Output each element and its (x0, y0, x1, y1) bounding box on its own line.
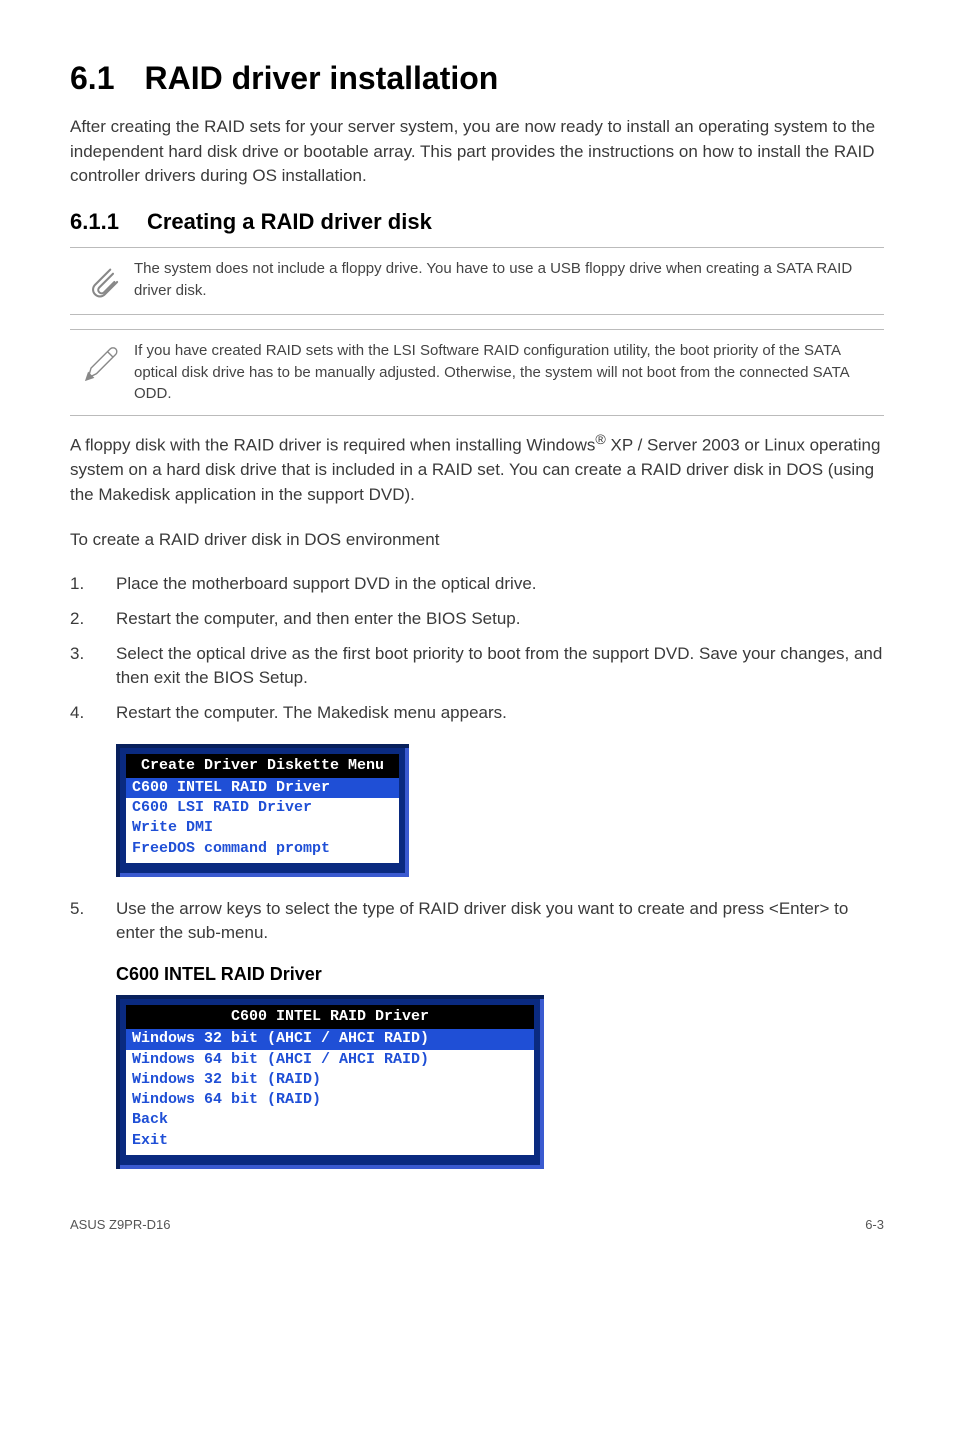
dos-paragraph: To create a RAID driver disk in DOS envi… (70, 528, 884, 553)
list-item: 1.Place the motherboard support DVD in t… (70, 572, 884, 597)
section-number: 6.1 (70, 60, 114, 97)
c600-intel-heading: C600 INTEL RAID Driver (116, 964, 884, 985)
menu-title-bar: C600 INTEL RAID Driver (126, 1005, 534, 1029)
menu-body: C600 LSI RAID Driver Write DMI FreeDOS c… (126, 798, 399, 863)
subsection-title-text: Creating a RAID driver disk (147, 209, 432, 234)
makedisk-menu: Create Driver Diskette Menu C600 INTEL R… (116, 744, 884, 877)
menu-inner: C600 INTEL RAID Driver Windows 32 bit (A… (126, 1005, 534, 1155)
list-item: 5.Use the arrow keys to select the type … (70, 897, 884, 946)
note-block-usb-floppy: The system does not include a floppy dri… (70, 247, 884, 315)
step-text: Select the optical drive as the first bo… (116, 642, 884, 691)
list-item: 3.Select the optical drive as the first … (70, 642, 884, 691)
list-item: 4.Restart the computer. The Makedisk men… (70, 701, 884, 726)
menu-frame: Create Driver Diskette Menu C600 INTEL R… (116, 744, 409, 877)
note-text: If you have created RAID sets with the L… (134, 340, 884, 405)
paperclip-icon (70, 258, 134, 304)
step-text: Use the arrow keys to select the type of… (116, 897, 884, 946)
menu-item: C600 LSI RAID Driver (132, 799, 393, 816)
menu-item: FreeDOS command prompt (132, 840, 393, 857)
note-block-lsi: If you have created RAID sets with the L… (70, 329, 884, 416)
menu-inner: Create Driver Diskette Menu C600 INTEL R… (126, 754, 399, 863)
section-heading: 6.1 RAID driver installation (70, 60, 884, 97)
note-text: The system does not include a floppy dri… (134, 258, 884, 302)
menu-item: Windows 64 bit (AHCI / AHCI RAID) (132, 1051, 528, 1068)
step-number: 1. (70, 572, 116, 597)
step-number: 3. (70, 642, 116, 691)
menu-item-selected: Windows 32 bit (AHCI / AHCI RAID) (126, 1029, 534, 1049)
menu-title-bar: Create Driver Diskette Menu (126, 754, 399, 778)
subsection-heading: 6.1.1 Creating a RAID driver disk (70, 209, 884, 235)
menu-body: Windows 64 bit (AHCI / AHCI RAID) Window… (126, 1050, 534, 1155)
c600-intel-menu: C600 INTEL RAID Driver Windows 32 bit (A… (116, 995, 884, 1169)
list-item: 2.Restart the computer, and then enter t… (70, 607, 884, 632)
steps-list-continued: 5.Use the arrow keys to select the type … (70, 897, 884, 946)
menu-item: Write DMI (132, 819, 393, 836)
text-segment: A floppy disk with the RAID driver is re… (70, 436, 595, 455)
menu-item: Windows 64 bit (RAID) (132, 1091, 528, 1108)
menu-item: Windows 32 bit (RAID) (132, 1071, 528, 1088)
step-text: Place the motherboard support DVD in the… (116, 572, 884, 597)
menu-item-selected: C600 INTEL RAID Driver (126, 778, 399, 798)
menu-item: Exit (132, 1132, 528, 1149)
footer-page-number: 6-3 (865, 1217, 884, 1232)
step-text: Restart the computer, and then enter the… (116, 607, 884, 632)
floppy-paragraph: A floppy disk with the RAID driver is re… (70, 430, 884, 508)
step-number: 5. (70, 897, 116, 946)
pencil-note-icon (70, 340, 134, 386)
subsection-number: 6.1.1 (70, 209, 119, 235)
steps-list: 1.Place the motherboard support DVD in t… (70, 572, 884, 725)
step-number: 4. (70, 701, 116, 726)
registered-mark: ® (595, 432, 605, 448)
step-number: 2. (70, 607, 116, 632)
intro-paragraph: After creating the RAID sets for your se… (70, 115, 884, 189)
menu-item: Back (132, 1111, 528, 1128)
step-text: Restart the computer. The Makedisk menu … (116, 701, 884, 726)
footer-product: ASUS Z9PR-D16 (70, 1217, 170, 1232)
menu-frame: C600 INTEL RAID Driver Windows 32 bit (A… (116, 995, 544, 1169)
section-title-text: RAID driver installation (144, 60, 498, 96)
page-footer: ASUS Z9PR-D16 6-3 (70, 1217, 884, 1232)
